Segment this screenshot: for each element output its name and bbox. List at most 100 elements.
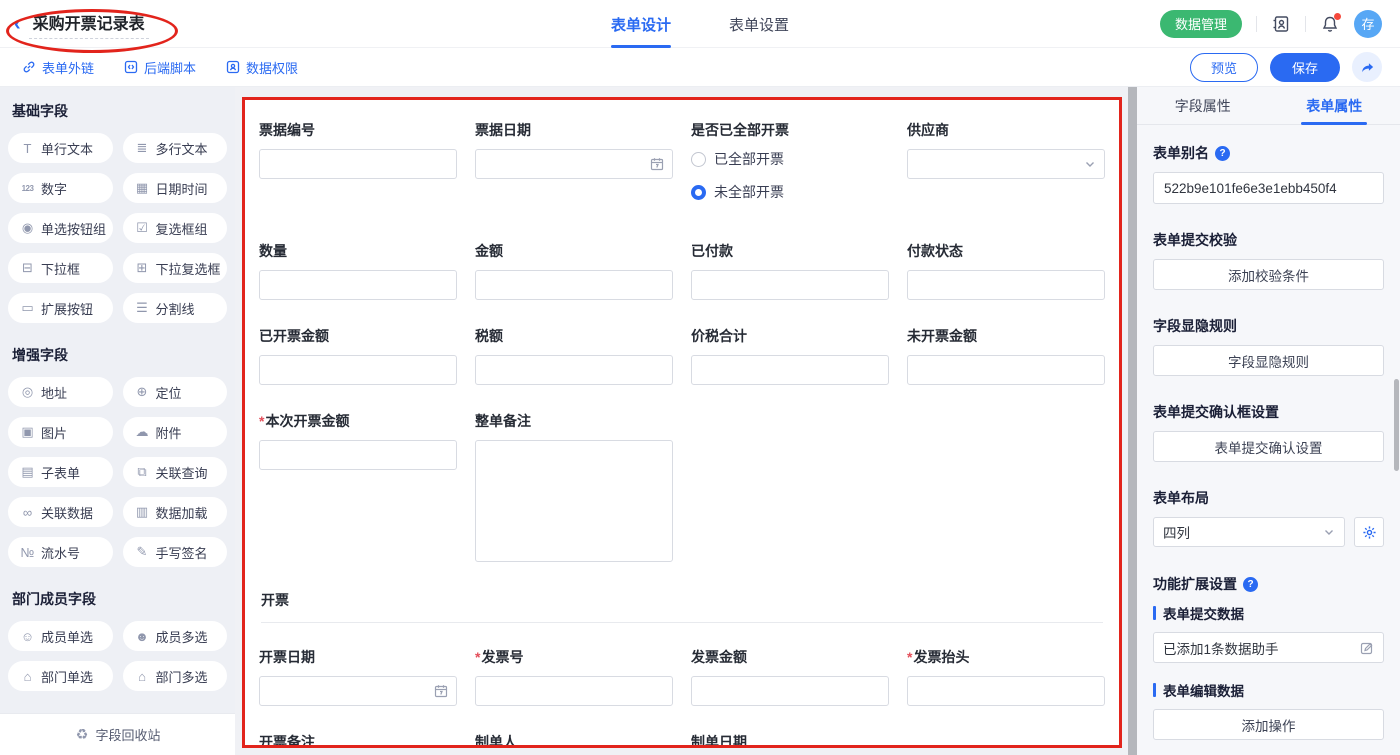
data-manage-button[interactable]: 数据管理	[1160, 10, 1242, 38]
field-type-address[interactable]: ◎地址	[8, 377, 113, 407]
layout-select[interactable]: 四列	[1153, 517, 1345, 547]
text-input[interactable]	[475, 270, 673, 300]
field-type-divider[interactable]: ☰分割线	[123, 293, 228, 323]
form-field: 发票金额	[691, 647, 889, 706]
panel-scrollbar[interactable]	[1394, 379, 1399, 471]
radio-selected-icon	[691, 185, 706, 200]
address-icon: ◎	[20, 384, 35, 400]
field-type-datetime[interactable]: ▦日期时间	[123, 173, 228, 203]
dropdown-icon: ⊟	[20, 260, 35, 276]
select-input[interactable]	[907, 149, 1105, 179]
preview-button[interactable]: 预览	[1190, 53, 1258, 82]
permission-icon	[226, 60, 240, 74]
text-input[interactable]	[475, 676, 673, 706]
radio-group-icon: ◉	[20, 220, 35, 236]
field-type-data-load[interactable]: ▥数据加载	[123, 497, 228, 527]
data-permission-link[interactable]: 数据权限	[226, 58, 298, 77]
field-type-number[interactable]: 123数字	[8, 173, 113, 203]
field-recycle-bin[interactable]: ♻ 字段回收站	[0, 713, 235, 755]
field-type-extend-button[interactable]: ▭扩展按钮	[8, 293, 113, 323]
address-book-icon[interactable]	[1271, 14, 1291, 34]
field-type-radio-group[interactable]: ◉单选按钮组	[8, 213, 113, 243]
attachment-icon: ☁	[135, 424, 150, 440]
field-type-member-multi[interactable]: ☻成员多选	[123, 621, 228, 651]
department-multi-icon: ⌂	[135, 669, 150, 684]
text-input[interactable]	[691, 676, 889, 706]
field-type-multi-line-text[interactable]: ≣多行文本	[123, 133, 228, 163]
ext-section-submit-data: 表单提交数据 已添加1条数据助手	[1153, 603, 1384, 663]
field-type-department-single[interactable]: ⌂部门单选	[8, 661, 113, 691]
data-assistant-box[interactable]: 已添加1条数据助手	[1153, 632, 1384, 663]
text-input[interactable]	[907, 355, 1105, 385]
field-type-linked-query[interactable]: ⧉关联查询	[123, 457, 228, 487]
form-design-canvas-area: 票据编号 票据日期 是否已全部开票 已全部开票 未全部开票	[235, 87, 1137, 755]
visibility-rules-button[interactable]: 字段显隐规则	[1153, 345, 1384, 376]
calendar-icon	[650, 157, 664, 171]
field-type-signature[interactable]: ✎手写签名	[123, 537, 228, 567]
tab-form-properties[interactable]: 表单属性	[1269, 87, 1400, 124]
field-type-location[interactable]: ⊕定位	[123, 377, 228, 407]
form-field: 本次开票金额	[259, 411, 457, 562]
help-icon[interactable]: ?	[1215, 146, 1230, 161]
radio-option[interactable]: 未全部开票	[691, 182, 889, 202]
form-field: 发票抬头	[907, 647, 1105, 706]
canvas-scrollbar[interactable]	[1128, 87, 1137, 755]
field-type-attachment[interactable]: ☁附件	[123, 417, 228, 447]
backend-script-link[interactable]: 后端脚本	[124, 58, 196, 77]
form-external-link[interactable]: 表单外链	[22, 58, 94, 77]
form-canvas[interactable]: 票据编号 票据日期 是否已全部开票 已全部开票 未全部开票	[242, 97, 1122, 748]
field-type-department-multi[interactable]: ⌂部门多选	[123, 661, 228, 691]
add-operation-button[interactable]: 添加操作	[1153, 709, 1384, 740]
tab-form-settings[interactable]: 表单设置	[729, 0, 789, 48]
text-input[interactable]	[475, 355, 673, 385]
help-icon[interactable]: ?	[1243, 577, 1258, 592]
share-button[interactable]	[1352, 52, 1382, 82]
field-type-member-single[interactable]: ☺成员单选	[8, 621, 113, 651]
field-type-linked-data[interactable]: ∞关联数据	[8, 497, 113, 527]
layout-settings-button[interactable]	[1354, 517, 1384, 547]
text-input[interactable]	[907, 676, 1105, 706]
field-type-dropdown-multi[interactable]: ⊞下拉复选框	[123, 253, 228, 283]
signature-icon: ✎	[135, 544, 150, 560]
form-field: 已开票金额	[259, 326, 457, 385]
field-type-subform[interactable]: ▤子表单	[8, 457, 113, 487]
confirm-dialog-button[interactable]: 表单提交确认设置	[1153, 431, 1384, 462]
tab-form-design[interactable]: 表单设计	[611, 0, 671, 48]
form-field: 整单备注	[475, 411, 673, 562]
field-type-checkbox-group[interactable]: ☑复选框组	[123, 213, 228, 243]
text-input[interactable]	[691, 355, 889, 385]
field-type-serial-number[interactable]: №流水号	[8, 537, 113, 567]
confirm-dialog-label: 表单提交确认框设置	[1153, 402, 1279, 422]
avatar[interactable]: 存	[1354, 10, 1382, 38]
add-validation-button[interactable]: 添加校验条件	[1153, 259, 1384, 290]
bell-icon[interactable]	[1320, 14, 1340, 34]
radio-unselected-icon	[691, 152, 706, 167]
text-input[interactable]	[259, 270, 457, 300]
form-field: 税额	[475, 326, 673, 385]
field-type-image[interactable]: ▣图片	[8, 417, 113, 447]
top-header: ‹ 采购开票记录表 表单设计 表单设置 数据管理 存	[0, 0, 1400, 48]
field-type-dropdown[interactable]: ⊟下拉框	[8, 253, 113, 283]
form-alias-input[interactable]	[1153, 172, 1384, 204]
form-field: 票据编号	[259, 120, 457, 215]
field-type-single-line-text[interactable]: T单行文本	[8, 133, 113, 163]
page-title[interactable]: 采购开票记录表	[29, 8, 149, 39]
tab-field-properties[interactable]: 字段属性	[1137, 87, 1269, 124]
text-input[interactable]	[259, 440, 457, 470]
back-icon[interactable]: ‹	[14, 14, 21, 34]
text-input[interactable]	[907, 270, 1105, 300]
text-input[interactable]	[259, 355, 457, 385]
radio-option[interactable]: 已全部开票	[691, 149, 889, 169]
divider	[1256, 16, 1257, 32]
checkbox-group-icon: ☑	[135, 220, 150, 236]
textarea-input[interactable]	[475, 440, 673, 562]
datetime-icon: ▦	[135, 180, 150, 196]
text-input[interactable]	[691, 270, 889, 300]
text-input[interactable]	[259, 149, 457, 179]
save-button[interactable]: 保存	[1270, 53, 1340, 82]
date-input[interactable]	[475, 149, 673, 179]
calendar-icon	[434, 684, 448, 698]
link-icon	[22, 60, 36, 74]
date-input[interactable]	[259, 676, 457, 706]
form-field: 制单日期 2023-01-05	[691, 732, 889, 748]
